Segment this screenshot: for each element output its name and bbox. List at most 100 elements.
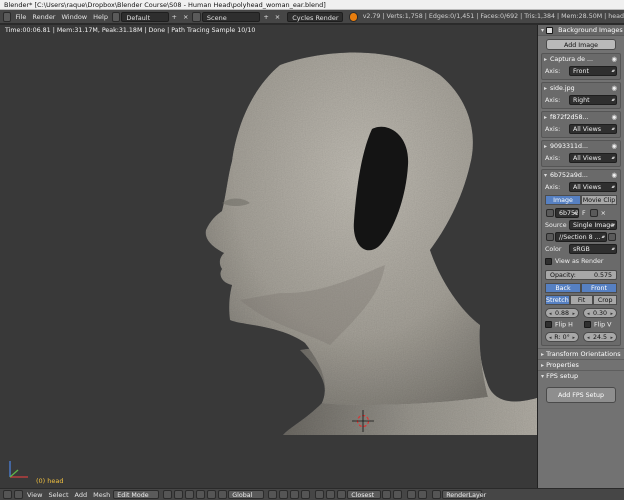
offset-y-field[interactable]: ◂ 0.30 ▸ [583,308,617,318]
snap-project-icon[interactable] [393,490,403,499]
axis-select[interactable]: All Views [569,182,617,192]
proportional-edit-icon[interactable] [315,490,325,499]
edge-select-icon[interactable] [279,490,289,499]
background-image-name: side.jpg [550,85,575,92]
axis-select[interactable]: All Views [569,124,617,134]
image-browse-icon[interactable] [546,209,554,217]
menu-add[interactable]: Add [72,490,91,500]
offset-x-field[interactable]: ◂ 0.88 ▸ [545,308,579,318]
vertex-select-icon[interactable] [268,490,278,499]
snap-element-icon[interactable] [337,490,347,499]
toggle-menus-icon[interactable] [14,490,23,499]
opacity-slider[interactable]: Opacity: 0.575 [545,270,617,280]
add-fps-setup-button[interactable]: Add FPS Setup [546,387,616,403]
axis-select[interactable]: Front [569,66,617,76]
visibility-icon[interactable]: ◉ [611,170,617,181]
menu-select[interactable]: Select [45,490,71,500]
view-as-render-checkbox[interactable] [545,257,552,265]
rotation-field[interactable]: ◂ R: 0° ▸ [545,332,579,342]
opengl-anim-icon[interactable] [418,490,428,499]
scene-close-button[interactable]: × [272,12,283,22]
layout-add-button[interactable]: + [169,12,180,22]
background-image-header[interactable]: ▸ 9093311d... ◉ [542,141,620,152]
folder-icon[interactable] [608,233,616,241]
size-field[interactable]: ◂ 24.5 ▸ [583,332,617,342]
background-image-header[interactable]: ▸ side.jpg ◉ [542,83,620,94]
axis-row: Axis: All Views [542,181,620,193]
visibility-icon[interactable]: ◉ [611,54,617,65]
layout-close-button[interactable]: × [180,12,191,22]
fake-user-button[interactable]: F [582,210,586,217]
axis-select[interactable]: Right [569,95,617,105]
tab-image[interactable]: Image [545,195,581,205]
background-image-header[interactable]: ▸ Captura de ... ◉ [542,54,620,65]
section-properties[interactable]: ▸ Properties [538,359,624,370]
scale-manipulator-icon[interactable] [218,490,228,499]
snap-target-select[interactable]: Closest [347,490,382,499]
transform-orientation-select[interactable]: Global [228,490,265,499]
render-engine-select[interactable]: Cycles Render [287,11,344,22]
tab-stretch[interactable]: Stretch [545,295,570,305]
section-fps-setup[interactable]: ▾ FPS setup [538,370,624,381]
menu-render[interactable]: Render [29,12,58,22]
scene-icon[interactable] [192,11,201,22]
background-image-header[interactable]: ▾ 6b752a9d... ◉ [542,170,620,181]
image-name-field[interactable]: 6b752 [555,208,579,218]
background-image-header[interactable]: ▸ f872f2d58... ◉ [542,112,620,123]
menu-view[interactable]: View [24,490,45,500]
source-select[interactable]: Single Image [569,220,617,230]
viewport-shading-icon[interactable] [163,490,173,499]
opengl-render-icon[interactable] [407,490,417,499]
color-space-select[interactable]: sRGB [569,244,617,254]
flip-v-option[interactable]: Flip V [584,321,617,329]
flip-h-checkbox[interactable] [545,321,552,329]
background-images-header[interactable]: ▾ Background Images [538,25,624,36]
layout-icon[interactable] [111,11,121,22]
mode-select[interactable]: Edit Mode [113,490,160,499]
editor-type-icon[interactable] [3,490,12,499]
background-image-item: ▸ 9093311d... ◉ Axis: All Views [541,140,621,167]
scene-add-button[interactable]: + [260,12,271,22]
tab-crop[interactable]: Crop [593,295,617,305]
manipulator-toggle-icon[interactable] [185,490,195,499]
snap-toggle-icon[interactable] [326,490,336,499]
tab-movie-clip[interactable]: Movie Clip [581,195,617,205]
menu-help[interactable]: Help [90,12,111,22]
object-label: (0) head [36,477,64,485]
menu-mesh[interactable]: Mesh [90,490,113,500]
background-images-checkbox[interactable] [546,26,554,34]
background-image-name: f872f2d58... [550,114,589,121]
tab-back[interactable]: Back [545,283,581,293]
layout-field[interactable]: Default [121,11,169,22]
translate-manipulator-icon[interactable] [196,490,206,499]
filepath-field[interactable]: //Section 8 ... [555,232,607,242]
image-open-icon[interactable] [589,209,598,217]
snap-options-icon[interactable] [382,490,392,499]
axis-select[interactable]: All Views [569,153,617,163]
image-unlink-icon[interactable]: × [601,210,606,217]
render-layer-select[interactable]: RenderLayer [442,490,486,499]
filepath-row: //Section 8 ... [542,231,620,243]
menu-file[interactable]: File [12,12,29,22]
face-select-icon[interactable] [290,490,300,499]
flip-h-option[interactable]: Flip H [545,321,578,329]
menu-window[interactable]: Window [58,12,90,22]
3d-viewport[interactable]: Time:00:06.81 | Mem:31.17M, Peak:31.18M … [0,25,537,488]
visibility-icon[interactable]: ◉ [611,83,617,94]
section-transform-orientations[interactable]: ▸ Transform Orientations [538,348,624,359]
properties-panel: ▾ Background Images Add Image ▸ Captura … [537,25,624,488]
rotate-manipulator-icon[interactable] [207,490,217,499]
collapse-arrow-icon: ▾ [541,27,545,34]
scene-field[interactable]: Scene [201,11,261,22]
pivot-point-icon[interactable] [174,490,184,499]
visibility-icon[interactable]: ◉ [611,141,617,152]
limit-selection-icon[interactable] [301,490,311,499]
tab-front[interactable]: Front [581,283,617,293]
color-label: Color [545,245,562,253]
view-as-render-row[interactable]: View as Render [542,255,620,267]
editor-type-icon[interactable] [3,11,12,22]
add-image-button[interactable]: Add Image [546,39,616,50]
visibility-icon[interactable]: ◉ [611,112,617,123]
flip-v-checkbox[interactable] [584,321,591,329]
tab-fit[interactable]: Fit [569,295,594,305]
